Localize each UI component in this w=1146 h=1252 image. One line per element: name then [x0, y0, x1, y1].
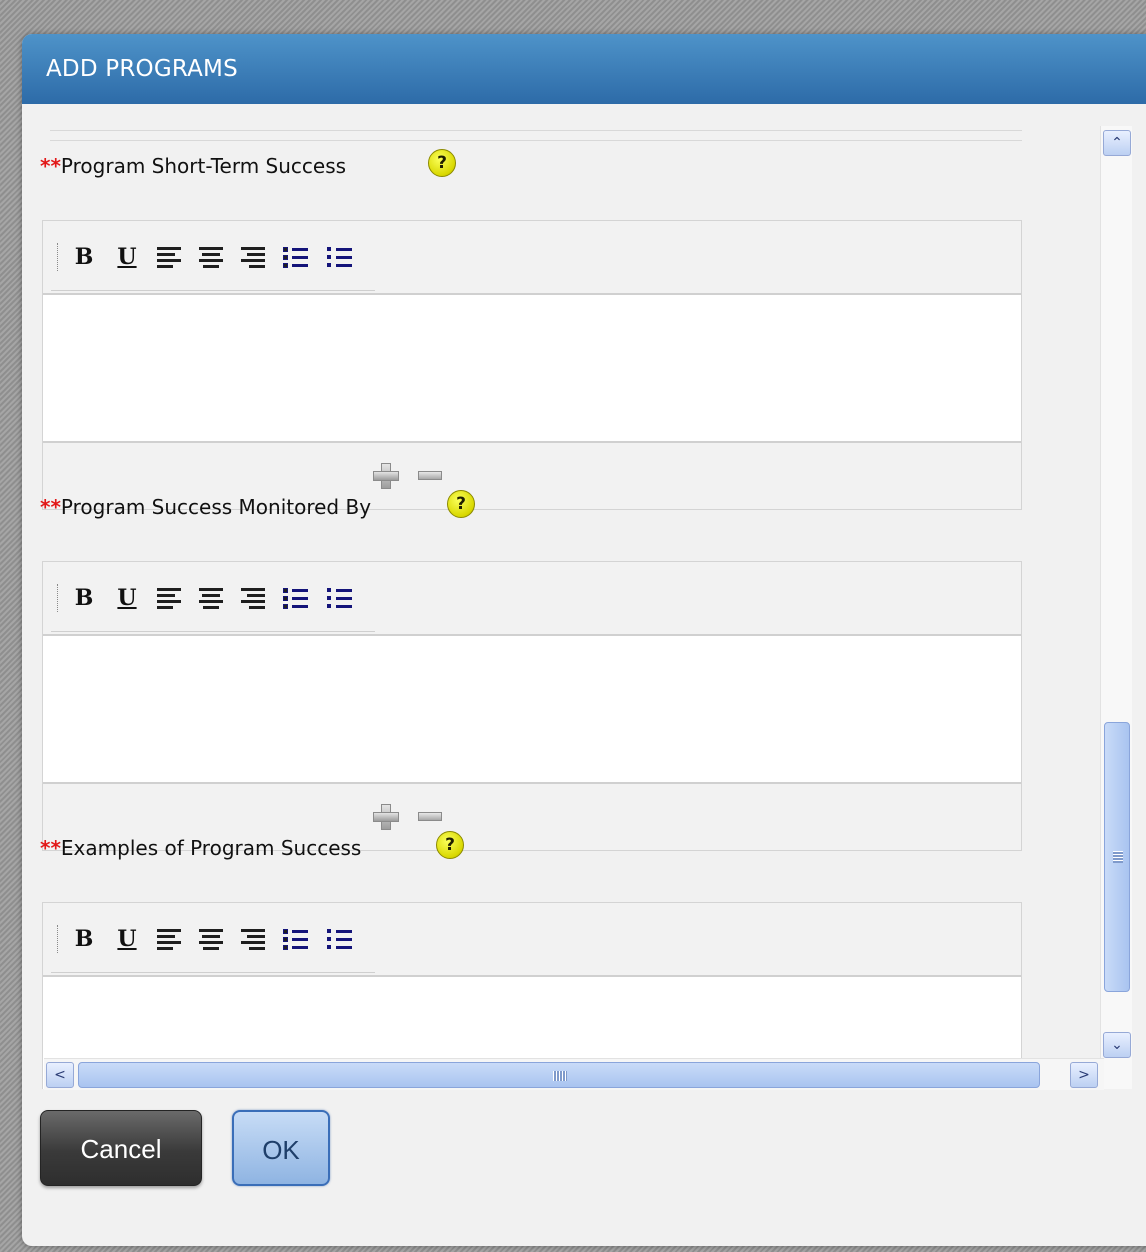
divider — [50, 140, 1022, 141]
field-label-text: Program Success Monitored By — [60, 495, 372, 519]
unordered-list-icon[interactable] — [327, 247, 353, 269]
horizontal-scrollbar[interactable]: < > — [44, 1058, 1104, 1090]
ordered-list-icon[interactable] — [283, 929, 309, 951]
field-label-short-term-success: **Program Short-Term Success — [40, 154, 346, 178]
toolbar-separator — [57, 243, 58, 271]
ok-button[interactable]: OK — [232, 1110, 330, 1186]
align-left-icon[interactable] — [157, 588, 183, 610]
scroll-left-button[interactable]: < — [46, 1062, 74, 1088]
horizontal-scroll-thumb[interactable] — [78, 1062, 1040, 1088]
field-label-text: Program Short-Term Success — [60, 154, 347, 178]
help-icon[interactable]: ? — [428, 149, 456, 177]
underline-icon[interactable]: U — [112, 923, 142, 955]
scroll-up-button[interactable]: ⌃ — [1103, 130, 1131, 156]
ordered-list-icon[interactable] — [283, 247, 309, 269]
form-scroll-area: **Program Short-Term Success ? B U **Pro… — [22, 104, 1102, 1089]
underline-icon[interactable]: U — [112, 582, 142, 614]
help-icon[interactable]: ? — [447, 490, 475, 518]
dialog-titlebar: ADD PROGRAMS — [22, 34, 1146, 104]
required-marker: ** — [40, 836, 61, 860]
scroll-right-button[interactable]: > — [1070, 1062, 1098, 1088]
align-center-icon[interactable] — [199, 588, 225, 610]
field-label-success-monitored-by: **Program Success Monitored By — [40, 495, 371, 519]
cancel-button[interactable]: Cancel — [40, 1110, 202, 1186]
rich-text-editor-short-term-success: B U — [42, 220, 1022, 510]
plus-icon[interactable] — [373, 804, 399, 830]
required-marker: ** — [40, 495, 61, 519]
toolbar-separator — [57, 584, 58, 612]
editor-text-area[interactable] — [43, 636, 1021, 784]
toolbar-separator — [57, 925, 58, 953]
required-marker: ** — [40, 154, 61, 178]
bold-icon[interactable]: B — [69, 923, 99, 955]
align-center-icon[interactable] — [199, 247, 225, 269]
align-right-icon[interactable] — [241, 588, 267, 610]
scroll-down-button[interactable]: ⌄ — [1103, 1032, 1131, 1058]
align-right-icon[interactable] — [241, 247, 267, 269]
ordered-list-icon[interactable] — [283, 588, 309, 610]
underline-icon[interactable]: U — [112, 241, 142, 273]
bold-icon[interactable]: B — [69, 582, 99, 614]
help-icon[interactable]: ? — [436, 831, 464, 859]
align-right-icon[interactable] — [241, 929, 267, 951]
vertical-scrollbar[interactable]: ⌃ ⌄ — [1100, 126, 1132, 1089]
field-label-examples-of-success: **Examples of Program Success — [40, 836, 361, 860]
bold-icon[interactable]: B — [69, 241, 99, 273]
unordered-list-icon[interactable] — [327, 588, 353, 610]
divider — [50, 130, 1022, 131]
unordered-list-icon[interactable] — [327, 929, 353, 951]
editor-toolbar: B U — [43, 562, 1021, 636]
align-left-icon[interactable] — [157, 929, 183, 951]
vertical-scroll-thumb[interactable] — [1104, 722, 1130, 992]
plus-icon[interactable] — [373, 463, 399, 489]
editor-toolbar: B U — [43, 221, 1021, 295]
align-center-icon[interactable] — [199, 929, 225, 951]
editor-toolbar: B U — [43, 903, 1021, 977]
dialog-title: ADD PROGRAMS — [46, 56, 238, 82]
rich-text-editor-success-monitored-by: B U — [42, 561, 1022, 851]
field-label-text: Examples of Program Success — [60, 836, 362, 860]
editor-text-area[interactable] — [43, 295, 1021, 443]
minus-icon[interactable] — [418, 471, 442, 480]
align-left-icon[interactable] — [157, 247, 183, 269]
add-programs-dialog: ADD PROGRAMS **Program Short-Term Succes… — [22, 34, 1146, 1246]
minus-icon[interactable] — [418, 812, 442, 821]
